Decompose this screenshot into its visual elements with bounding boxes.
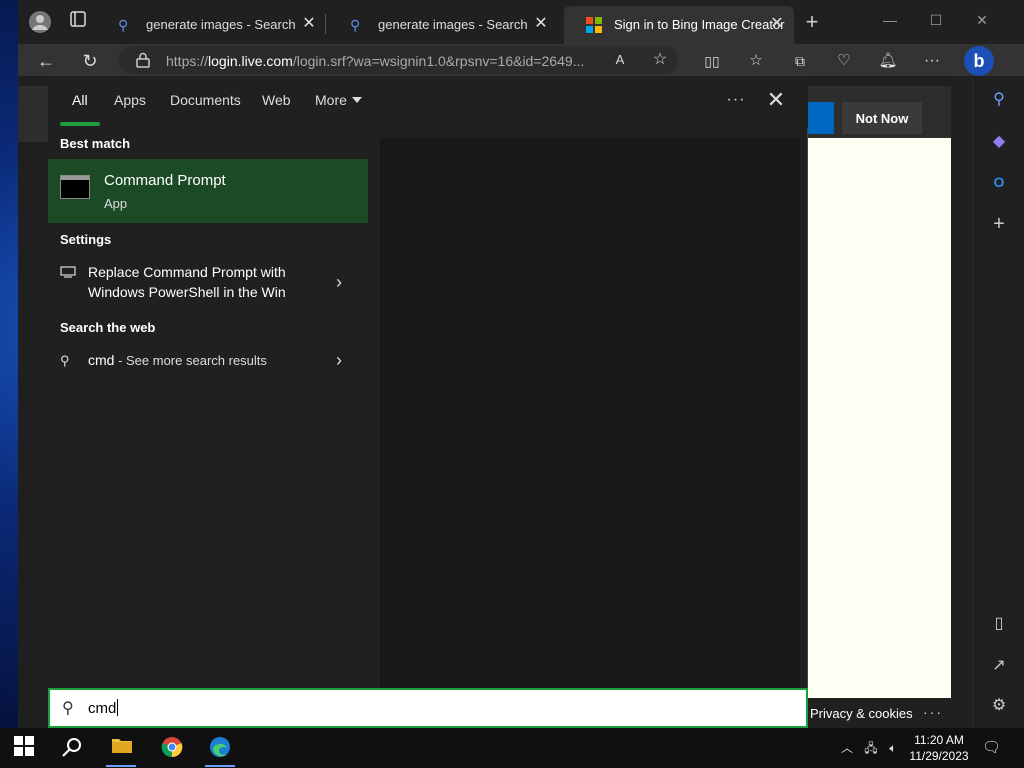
running-indicator (205, 765, 235, 767)
result-type: App (104, 196, 128, 211)
filter-more[interactable]: More (315, 92, 362, 108)
tab-separator (325, 14, 326, 34)
tab-bar: ⚲ generate images - Search ✕ ⚲ generate … (18, 0, 1024, 44)
taskbar: ︿ 🖧︎ 🔈︎ 11:20 AM 11/29/2023 🗨︎ (0, 728, 1024, 768)
footer-more-icon[interactable]: ··· (923, 704, 943, 720)
privacy-cookies-link[interactable]: Privacy & cookies (810, 706, 913, 721)
settings-heading: Settings (60, 232, 112, 247)
page-footer: Privacy & cookies ··· (808, 698, 951, 728)
tab-label: Sign in to Bing Image Creator (614, 17, 785, 32)
clock-time: 11:20 AM (914, 733, 964, 747)
preview-pane (380, 138, 800, 688)
filter-apps[interactable]: Apps (114, 92, 146, 108)
profile-avatar-icon[interactable] (28, 10, 52, 34)
notification-center-icon[interactable]: 🗨︎ (982, 739, 1001, 757)
url-text: https://login.live.com/login.srf?wa=wsig… (166, 53, 585, 69)
address-row: ← ↻ https://login.live.com/login.srf?wa=… (18, 44, 1024, 76)
search-icon: ⚲ (350, 17, 361, 33)
edge-icon[interactable] (208, 736, 232, 760)
new-tab-icon[interactable]: + (800, 10, 824, 34)
running-indicator (106, 765, 136, 767)
tab-label: generate images - Search (378, 17, 528, 32)
network-icon[interactable]: 🖧︎ (862, 739, 880, 757)
close-tab-icon[interactable]: ✕ (768, 15, 786, 33)
bing-copilot-icon[interactable]: b (964, 46, 994, 76)
outlook-icon[interactable]: O (987, 170, 1011, 194)
result-title: Replace Command Prompt with Windows Powe… (88, 264, 286, 300)
close-icon[interactable]: ✕ (764, 88, 788, 112)
edge-sidebar: ⚲ ◆ O + ▯ ↗ ⚙ (972, 76, 1024, 728)
maximize-icon[interactable]: ☐ (916, 8, 956, 32)
search-icon: ⚲ (60, 353, 70, 368)
result-title: Command Prompt (104, 172, 226, 189)
designer-icon[interactable]: ◆ (987, 130, 1011, 154)
show-hidden-icons-icon[interactable]: ︿ (838, 739, 856, 757)
back-icon[interactable]: ← (34, 49, 58, 73)
best-match-result[interactable]: Command Prompt App (48, 159, 368, 223)
address-bar[interactable]: https://login.live.com/login.srf?wa=wsig… (118, 46, 678, 74)
filter-all[interactable]: All (72, 92, 88, 108)
clock-date: 11/29/2023 (909, 749, 969, 763)
minimize-icon[interactable]: — (870, 8, 910, 32)
file-explorer-icon[interactable] (110, 736, 134, 760)
tab-actions-icon[interactable] (66, 10, 90, 34)
favorite-star-icon[interactable]: ☆ (648, 48, 672, 72)
search-web-heading: Search the web (60, 320, 156, 335)
settings-result[interactable]: Replace Command Prompt with Windows Powe… (48, 262, 368, 308)
start-search-panel: All Apps Documents Web More ··· ✕ Best m… (48, 76, 808, 688)
windows-start-icon[interactable] (12, 736, 36, 760)
search-results: Best match Command Prompt App Settings R… (48, 128, 368, 688)
settings-more-icon[interactable]: ··· (920, 49, 944, 73)
close-tab-icon[interactable]: ✕ (532, 15, 550, 33)
notifications-bell-icon[interactable]: 🔔︎ (876, 49, 900, 73)
best-match-heading: Best match (60, 136, 131, 151)
tab-label: generate images - Search (146, 17, 296, 32)
chevron-right-icon[interactable]: › (336, 272, 350, 292)
search-icon[interactable] (60, 736, 84, 760)
refresh-icon[interactable]: ↻ (78, 49, 102, 73)
external-link-icon[interactable]: ↗ (987, 654, 1011, 678)
page-content-area (808, 138, 951, 698)
add-icon[interactable]: + (987, 212, 1011, 236)
gear-icon[interactable]: ⚙ (987, 694, 1011, 718)
browser-essentials-icon[interactable]: ♡ (832, 49, 856, 73)
collections-icon[interactable]: ⧉ (788, 49, 812, 73)
web-search-result[interactable]: ⚲ cmd - See more search results › (48, 350, 368, 376)
more-options-icon[interactable]: ··· (724, 88, 748, 112)
filter-documents[interactable]: Documents (170, 92, 241, 108)
close-window-icon[interactable]: ✕ (962, 8, 1002, 32)
search-icon[interactable]: ⚲ (987, 88, 1011, 112)
search-filter-bar: All Apps Documents Web More ··· ✕ (48, 76, 808, 128)
split-screen-icon[interactable]: ▯▯ (700, 49, 724, 73)
chevron-down-icon (351, 97, 362, 103)
search-icon: ⚲ (62, 700, 74, 717)
not-now-button[interactable]: Not Now (842, 102, 922, 134)
tab-search-2[interactable]: ⚲ generate images - Search ✕ (328, 6, 558, 44)
chrome-icon[interactable] (160, 736, 184, 760)
desktop-edge (0, 135, 18, 735)
clock[interactable]: 11:20 AM 11/29/2023 (904, 732, 974, 764)
search-query: cmd (88, 699, 119, 717)
microsoft-logo-icon (586, 17, 602, 33)
monitor-icon (60, 266, 78, 282)
chevron-right-icon[interactable]: › (336, 350, 350, 370)
favorites-icon[interactable]: ☆ (744, 49, 768, 73)
command-prompt-icon (60, 175, 90, 199)
close-tab-icon[interactable]: ✕ (300, 15, 318, 33)
active-filter-indicator (60, 122, 100, 126)
filter-web[interactable]: Web (262, 92, 291, 108)
lock-icon (136, 52, 152, 68)
search-icon: ⚲ (118, 17, 129, 33)
sidebar-panel-icon[interactable]: ▯ (987, 612, 1011, 636)
read-aloud-icon[interactable]: A (608, 48, 632, 72)
result-title: cmd - See more search results (88, 352, 267, 368)
search-input[interactable]: ⚲ cmd (48, 688, 808, 728)
volume-muted-icon[interactable]: 🔈︎ (884, 739, 902, 757)
tab-bing-sign-in[interactable]: Sign in to Bing Image Creator ✕ (564, 6, 794, 44)
tab-search-1[interactable]: ⚲ generate images - Search ✕ (96, 6, 326, 44)
text-cursor (117, 699, 119, 716)
